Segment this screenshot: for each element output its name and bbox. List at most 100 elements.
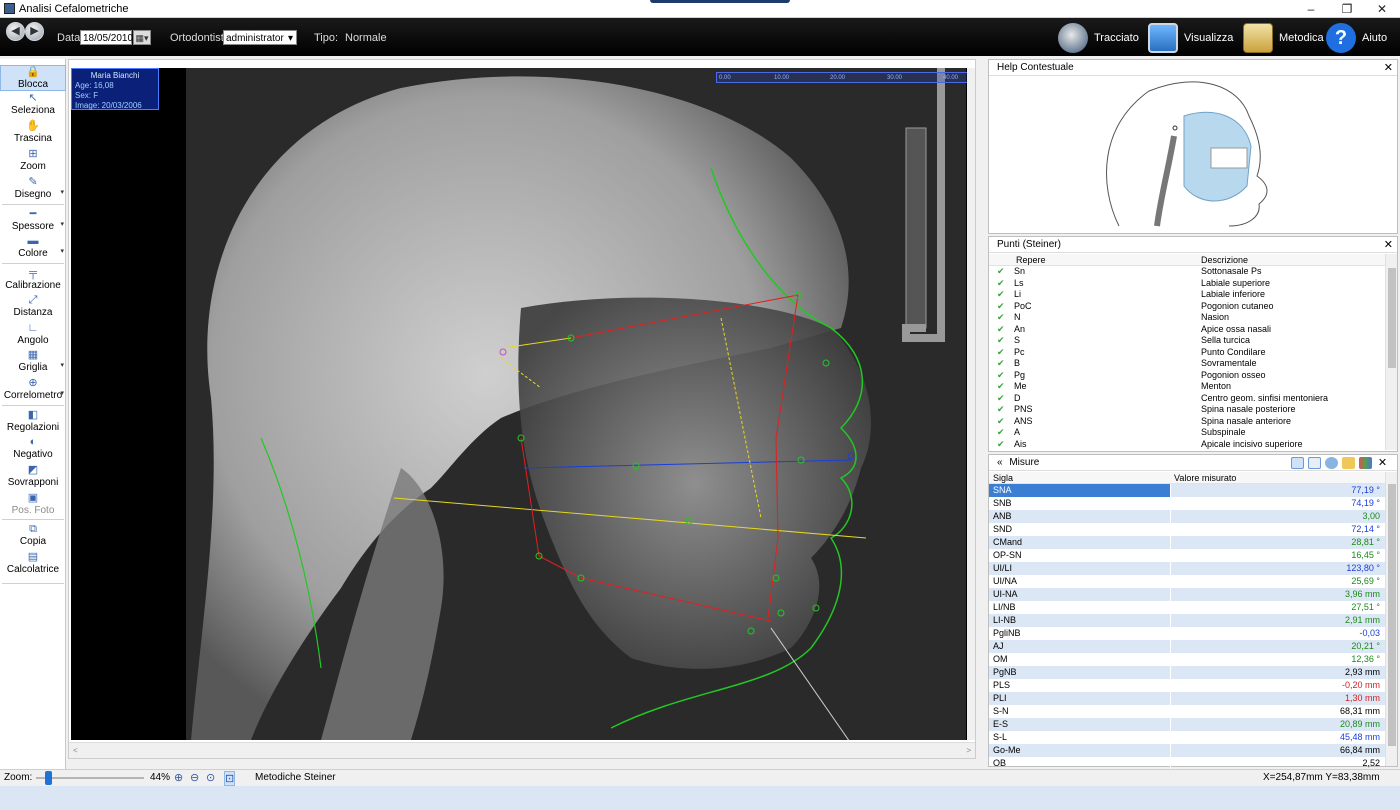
close-button[interactable]: ✕ bbox=[1362, 0, 1400, 18]
measure-value: 12,36 ° bbox=[1351, 654, 1380, 664]
tool-label: Blocca bbox=[17, 79, 48, 90]
zoom-actual-icon[interactable]: ⊡ bbox=[224, 771, 236, 786]
tool-correlometro[interactable]: ⊕ Correlometro ▾ bbox=[0, 377, 66, 403]
points-row[interactable]: ✔ Me Menton bbox=[989, 381, 1385, 393]
measure-row[interactable]: S-N 68,31 mm bbox=[989, 705, 1386, 718]
points-row[interactable]: ✔ An Apice ossa nasali bbox=[989, 324, 1385, 336]
points-row[interactable]: ✔ Pc Punto Condilare bbox=[989, 347, 1385, 359]
zoom-slider-track[interactable] bbox=[36, 777, 144, 779]
tracciato-button[interactable]: Tracciato bbox=[1058, 21, 1139, 55]
tool-disegno[interactable]: ✎ Disegno ▾ bbox=[0, 176, 66, 202]
measure-row[interactable]: PgNB 2,93 mm bbox=[989, 666, 1386, 679]
dropdown-arrow-icon[interactable]: ▾ bbox=[60, 389, 64, 397]
zoom-in-icon[interactable]: ⊕ bbox=[174, 771, 183, 784]
points-row[interactable]: ✔ Ls Labiale superiore bbox=[989, 278, 1385, 290]
measure-row[interactable]: PLI 1,30 mm bbox=[989, 692, 1386, 705]
measure-row[interactable]: PLS -0,20 mm bbox=[989, 679, 1386, 692]
ortho-select[interactable]: administrator ▾ bbox=[223, 30, 297, 45]
tool-pos-foto[interactable]: ▣ Pos. Foto bbox=[0, 492, 66, 518]
collapse-icon[interactable]: « bbox=[997, 457, 1003, 468]
measures-scroll-thumb[interactable] bbox=[1388, 484, 1396, 746]
zoom-fit-icon[interactable]: ⊙ bbox=[206, 771, 215, 784]
scroll-left-icon[interactable]: < bbox=[73, 746, 78, 755]
tool-regolazioni[interactable]: ◧ Regolazioni bbox=[0, 409, 66, 435]
cephalometric-xray[interactable]: Maria Bianchi Age: 16,08 Sex: F Image: 2… bbox=[71, 68, 969, 740]
tool-zoom[interactable]: ⊞ Zoom bbox=[0, 148, 66, 174]
tool-calcolatrice[interactable]: ▤ Calcolatrice bbox=[0, 551, 66, 577]
tool-copia[interactable]: ⧉ Copia bbox=[0, 523, 66, 549]
tool-seleziona[interactable]: ↖ Seleziona bbox=[0, 92, 66, 118]
measure-row[interactable]: OM 12,36 ° bbox=[989, 653, 1386, 666]
tool-sovrapponi[interactable]: ◩ Sovrapponi bbox=[0, 464, 66, 490]
points-row[interactable]: ✔ N Nasion bbox=[989, 312, 1385, 324]
tool-colore[interactable]: ▬ Colore ▾ bbox=[0, 235, 66, 261]
measure-row[interactable]: SNB 74,19 ° bbox=[989, 497, 1386, 510]
measure-row[interactable]: E-S 20,89 mm bbox=[989, 718, 1386, 731]
measure-row[interactable]: UI/LI 123,80 ° bbox=[989, 562, 1386, 575]
calendar-button[interactable]: ▦▾ bbox=[133, 30, 151, 45]
points-row[interactable]: ✔ PoC Pogonion cutaneo bbox=[989, 301, 1385, 313]
measure-row[interactable]: ANB 3,00 bbox=[989, 510, 1386, 523]
points-row[interactable]: ✔ S Sella turcica bbox=[989, 335, 1385, 347]
dropdown-arrow-icon[interactable]: ▾ bbox=[60, 361, 64, 369]
measure-row[interactable]: UI/NA 25,69 ° bbox=[989, 575, 1386, 588]
back-button[interactable]: ◀ bbox=[6, 22, 25, 41]
close-icon[interactable]: ✕ bbox=[1384, 60, 1393, 76]
measure-row[interactable]: S-L 45,48 mm bbox=[989, 731, 1386, 744]
points-scrollbar[interactable] bbox=[1385, 254, 1397, 450]
tool-angolo[interactable]: ∟ Angolo bbox=[0, 322, 66, 348]
zoom-slider[interactable] bbox=[45, 771, 52, 785]
points-row[interactable]: ✔ B Sovramentale bbox=[989, 358, 1385, 370]
scroll-right-icon[interactable]: > bbox=[966, 746, 971, 755]
metodica-button[interactable]: Metodica bbox=[1243, 21, 1324, 55]
points-row[interactable]: ✔ A Subspinale bbox=[989, 427, 1385, 439]
close-icon[interactable]: ✕ bbox=[1384, 237, 1393, 253]
tool-spessore[interactable]: ━ Spessore ▾ bbox=[0, 208, 66, 234]
measure-row[interactable]: SNA 77,19 ° bbox=[989, 484, 1386, 497]
tool-trascina[interactable]: ✋ Trascina bbox=[0, 120, 66, 146]
chart-view-icon[interactable] bbox=[1291, 457, 1304, 469]
forward-button[interactable]: ▶ bbox=[25, 22, 44, 41]
tool-blocca[interactable]: 🔒 Blocca bbox=[0, 65, 66, 91]
measure-row[interactable]: UI-NA 3,96 mm bbox=[989, 588, 1386, 601]
point-code: ANS bbox=[1014, 415, 1033, 426]
tool-griglia[interactable]: ▦ Griglia ▾ bbox=[0, 349, 66, 375]
visualizza-button[interactable]: Visualizza bbox=[1148, 21, 1233, 55]
dropdown-arrow-icon[interactable]: ▾ bbox=[60, 220, 64, 228]
measure-row[interactable]: AJ 20,21 ° bbox=[989, 640, 1386, 653]
aiuto-button[interactable]: ? Aiuto bbox=[1326, 21, 1387, 55]
points-row[interactable]: ✔ D Centro geom. sinfisi mentoniera bbox=[989, 393, 1385, 405]
zoom-out-icon[interactable]: ⊖ bbox=[190, 771, 199, 784]
tool-calibrazione[interactable]: ╤ Calibrazione bbox=[0, 267, 66, 293]
points-row[interactable]: ✔ ANS Spina nasale anteriore bbox=[989, 416, 1385, 428]
date-field[interactable]: 18/05/2010 bbox=[80, 30, 133, 45]
tool-negativo[interactable]: ◐ Negativo bbox=[0, 436, 66, 462]
points-scroll-thumb[interactable] bbox=[1388, 268, 1396, 368]
table-view-icon[interactable] bbox=[1308, 457, 1321, 469]
points-row[interactable]: ✔ Sn Sottonasale Ps bbox=[989, 266, 1385, 278]
dropdown-arrow-icon[interactable]: ▾ bbox=[60, 247, 64, 255]
restore-button[interactable]: ❐ bbox=[1327, 0, 1367, 18]
close-icon[interactable]: ✕ bbox=[1376, 457, 1389, 469]
tool-distanza[interactable]: ⤢ Distanza bbox=[0, 294, 66, 320]
measure-row[interactable]: OP-SN 16,45 ° bbox=[989, 549, 1386, 562]
measure-row[interactable]: PgliNB -0,03 bbox=[989, 627, 1386, 640]
measure-row[interactable]: LI-NB 2,91 mm bbox=[989, 614, 1386, 627]
minimize-button[interactable]: – bbox=[1291, 0, 1331, 18]
points-row[interactable]: ✔ Li Labiale inferiore bbox=[989, 289, 1385, 301]
check-icon: ✔ bbox=[997, 300, 1005, 311]
points-row[interactable]: ✔ PNS Spina nasale posteriore bbox=[989, 404, 1385, 416]
points-row[interactable]: ✔ Ais Apicale incisivo superiore bbox=[989, 439, 1385, 451]
settings-icon[interactable] bbox=[1325, 457, 1338, 469]
measure-row[interactable]: SND 72,14 ° bbox=[989, 523, 1386, 536]
palette-icon[interactable] bbox=[1359, 457, 1372, 469]
measure-row[interactable]: CMand 28,81 ° bbox=[989, 536, 1386, 549]
points-row[interactable]: ✔ Pg Pogonion osseo bbox=[989, 370, 1385, 382]
measure-row[interactable]: Go-Me 66,84 mm bbox=[989, 744, 1386, 757]
dropdown-arrow-icon[interactable]: ▾ bbox=[60, 188, 64, 196]
measure-row[interactable]: LI/NB 27,51 ° bbox=[989, 601, 1386, 614]
measures-scrollbar[interactable] bbox=[1385, 472, 1397, 766]
viewer-horizontal-scrollbar[interactable]: < > bbox=[69, 742, 975, 758]
viewer-vertical-scrollbar[interactable] bbox=[967, 68, 975, 740]
export-icon[interactable] bbox=[1342, 457, 1355, 469]
